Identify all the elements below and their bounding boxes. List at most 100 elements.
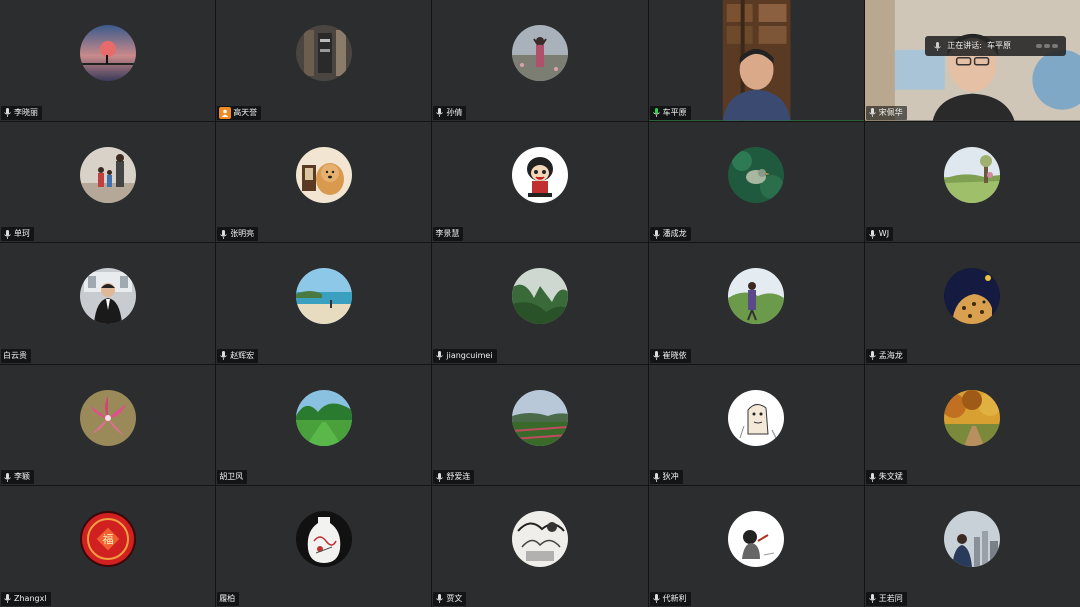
- participant-name: 李晓丽: [14, 107, 38, 117]
- participant-tile[interactable]: 张明亮: [216, 121, 432, 243]
- fu-icon: 福: [79, 511, 136, 568]
- participant-tile[interactable]: 崔晓依: [648, 243, 864, 364]
- participant-name: 白云贵: [3, 350, 27, 360]
- leopard-icon: [944, 268, 1001, 325]
- portrait-icon: [79, 268, 136, 325]
- sketch-icon: [728, 389, 785, 446]
- participant-tile[interactable]: 潘成龙: [648, 121, 864, 243]
- participant-nametag: 贾文: [433, 591, 467, 606]
- participant-nametag: 赵辉宏: [217, 348, 259, 363]
- participant-nametag: 宋佩华: [865, 105, 907, 120]
- flower-field-icon: [511, 25, 568, 82]
- microphone-icon: [868, 350, 877, 361]
- participant-tile[interactable]: WJ: [864, 121, 1080, 243]
- participant-name: 朱文斌: [878, 472, 903, 482]
- speaking-label: 正在讲话:: [947, 41, 982, 50]
- speaking-name: 车平原: [986, 41, 1011, 50]
- participant-name: 单珂: [14, 229, 30, 239]
- participant-name: 张明亮: [230, 229, 255, 239]
- microphone-icon: [3, 472, 12, 483]
- microphone-icon: [3, 107, 12, 118]
- participant-name: 狄冲: [662, 472, 679, 482]
- participant-tile[interactable]: 白云贵: [0, 243, 216, 364]
- participant-name: 宋佩华: [878, 107, 903, 117]
- participant-name: 贾文: [446, 593, 463, 603]
- participant-nametag: Zhangxl: [1, 591, 51, 606]
- participant-video-tile[interactable]: 正在讲话: 车平原 宋佩华: [864, 0, 1080, 121]
- participant-nametag: 车平原: [649, 105, 691, 120]
- microphone-active-icon: [652, 107, 661, 118]
- participant-tile[interactable]: 高天誉: [216, 0, 432, 121]
- participant-tile[interactable]: 孟海龙: [864, 243, 1080, 364]
- ink-figure-icon: [728, 511, 785, 568]
- vase-icon: [295, 511, 352, 568]
- speaking-indicator: 正在讲话: 车平原: [925, 36, 1066, 56]
- participant-tile[interactable]: 赵辉宏: [216, 243, 432, 364]
- participant-tile[interactable]: 履柏: [216, 486, 432, 607]
- participant-nametag: 履柏: [217, 591, 240, 606]
- lily-icon: [79, 389, 136, 446]
- participant-nametag: 高天誉: [217, 105, 262, 120]
- city-icon: [944, 511, 1001, 568]
- participant-nametag: 李颖: [1, 470, 34, 485]
- participant-tile[interactable]: 孙倩: [432, 0, 648, 121]
- microphone-icon: [3, 229, 12, 240]
- autumn-icon: [944, 389, 1001, 446]
- participant-nametag: 单珂: [1, 227, 34, 242]
- participant-tile[interactable]: 李晓丽: [0, 0, 216, 121]
- participant-name: 舒爱连: [446, 472, 471, 482]
- participant-name: 孟海龙: [878, 350, 903, 360]
- participant-name: 孙倩: [446, 107, 463, 117]
- participant-name: Zhangxl: [14, 593, 47, 603]
- participant-nametag: 李景慧: [433, 227, 464, 242]
- participant-tile[interactable]: 李颖: [0, 364, 216, 486]
- participant-tile[interactable]: 贾文: [432, 486, 648, 607]
- participant-nametag: 胡卫风: [217, 470, 248, 485]
- dog-icon: [295, 146, 352, 203]
- person-field-icon: [728, 268, 785, 325]
- microphone-icon: [435, 107, 444, 118]
- participant-tile[interactable]: 福 Zhangxl: [0, 486, 216, 607]
- audio-level-icon: [1035, 44, 1058, 48]
- participant-name: 高天誉: [233, 107, 258, 117]
- microphone-icon: [868, 107, 877, 118]
- participant-name: 崔晓依: [662, 350, 687, 360]
- participant-name: 履柏: [219, 593, 236, 603]
- participant-nametag: 王若同: [865, 591, 907, 606]
- bookshelf-icon: [295, 25, 352, 82]
- participant-tile[interactable]: 朱文斌: [864, 364, 1080, 486]
- microphone-icon: [652, 229, 661, 240]
- participant-nametag: 狄冲: [649, 470, 683, 485]
- video-grid: 李晓丽 高天誉 孙倩 车平原 正在讲话: 车平原 宋佩华 单珂 张明亮 李景慧 …: [0, 0, 1080, 607]
- participant-tile[interactable]: 代新利: [648, 486, 864, 607]
- participant-tile[interactable]: 胡卫风: [216, 364, 432, 486]
- participant-video-tile-active-speaker[interactable]: 车平原: [648, 0, 864, 121]
- participant-tile[interactable]: 单珂: [0, 121, 216, 243]
- participant-name: WJ: [878, 229, 890, 239]
- participant-name: 王若同: [878, 593, 903, 603]
- microphone-icon: [933, 41, 942, 52]
- participant-nametag: 李晓丽: [1, 105, 42, 120]
- participant-nametag: 白云贵: [1, 348, 31, 363]
- microphone-icon: [652, 350, 661, 361]
- participant-nametag: jiangcuimei: [433, 348, 497, 363]
- participant-nametag: 代新利: [649, 591, 691, 606]
- microphone-icon: [219, 229, 228, 240]
- participant-nametag: 张明亮: [217, 227, 259, 242]
- microphone-icon: [435, 472, 444, 483]
- participant-nametag: 孙倩: [433, 105, 467, 120]
- participant-nametag: 潘成龙: [649, 227, 691, 242]
- host-badge-icon: [219, 106, 232, 119]
- microphone-icon: [868, 593, 877, 604]
- participant-tile[interactable]: jiangcuimei: [432, 243, 648, 364]
- field-icon: [511, 389, 568, 446]
- mountain-icon: [511, 268, 568, 325]
- microphone-icon: [868, 229, 877, 240]
- microphone-icon: [3, 593, 12, 604]
- participant-tile[interactable]: 王若同: [864, 486, 1080, 607]
- participant-tile[interactable]: 狄冲: [648, 364, 864, 486]
- participant-name: 赵辉宏: [230, 350, 255, 360]
- microphone-icon: [652, 472, 661, 483]
- participant-tile[interactable]: 李景慧: [432, 121, 648, 243]
- participant-tile[interactable]: 舒爱连: [432, 364, 648, 486]
